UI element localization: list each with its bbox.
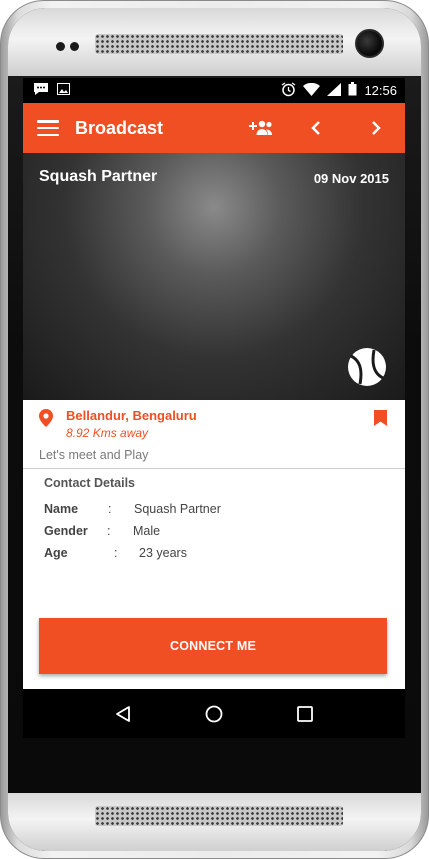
post-hero: Squash Partner 09 Nov 2015: [23, 153, 405, 400]
contact-row-name: Name : Squash Partner: [44, 498, 384, 520]
location-name: Bellandur, Bengaluru: [66, 408, 197, 423]
image-notification-icon: [57, 83, 70, 98]
bookmark-icon[interactable]: [374, 410, 387, 426]
contact-separator: :: [108, 502, 112, 516]
square-recents-icon[interactable]: [290, 699, 320, 729]
post-title: Squash Partner: [39, 168, 158, 185]
map-pin-icon: [39, 409, 53, 427]
contact-label: Name: [44, 502, 79, 516]
connect-me-button[interactable]: CONNECT ME: [39, 618, 387, 674]
location-row: Bellandur, Bengaluru 8.92 Kms away: [39, 408, 389, 440]
front-camera: [355, 29, 384, 58]
location-distance: 8.92 Kms away: [66, 426, 149, 440]
bottom-speaker-grille: [95, 806, 343, 826]
post-date: 09 Nov 2015: [313, 171, 389, 186]
contact-label: Age: [44, 546, 68, 560]
post-details: Bellandur, Bengaluru 8.92 Kms away Let's…: [23, 400, 405, 468]
contact-row-gender: Gender : Male: [44, 520, 384, 542]
contact-separator: :: [107, 524, 111, 538]
chevron-right-icon[interactable]: [361, 113, 391, 143]
status-bar: 12:56: [23, 78, 405, 103]
contact-details: Contact Details Name : Squash Partner Ge…: [23, 469, 405, 564]
circle-home-icon[interactable]: [199, 699, 229, 729]
contact-value: Squash Partner: [134, 502, 221, 516]
contact-separator: :: [114, 546, 118, 560]
contact-value: Male: [133, 524, 161, 538]
add-group-icon[interactable]: [245, 113, 275, 143]
hamburger-menu-icon[interactable]: [37, 120, 59, 136]
post-tagline: Let's meet and Play: [39, 448, 149, 462]
wifi-icon: [303, 82, 321, 99]
contact-value: 23 years: [139, 546, 187, 560]
chat-notification-icon: [33, 82, 49, 99]
alarm-icon: [281, 81, 296, 100]
status-time: 12:56: [364, 83, 397, 98]
contact-heading: Contact Details: [44, 476, 135, 490]
chevron-left-icon[interactable]: [301, 113, 331, 143]
tennis-ball-icon: [347, 347, 387, 387]
triangle-back-icon[interactable]: [108, 699, 138, 729]
signal-icon: [327, 82, 342, 99]
contact-row-age: Age : 23 years: [44, 542, 384, 564]
proximity-sensor: [56, 42, 65, 51]
android-nav-bar: [23, 689, 405, 738]
app-bar: Broadcast: [23, 103, 405, 153]
contact-label: Gender: [44, 524, 88, 538]
app-title: Broadcast: [75, 117, 164, 138]
screen: 12:56 Broadcast Squash Partner 09 Nov 20…: [23, 78, 405, 738]
battery-icon: [348, 82, 357, 99]
top-speaker-grille: [95, 34, 343, 54]
light-sensor: [70, 42, 79, 51]
